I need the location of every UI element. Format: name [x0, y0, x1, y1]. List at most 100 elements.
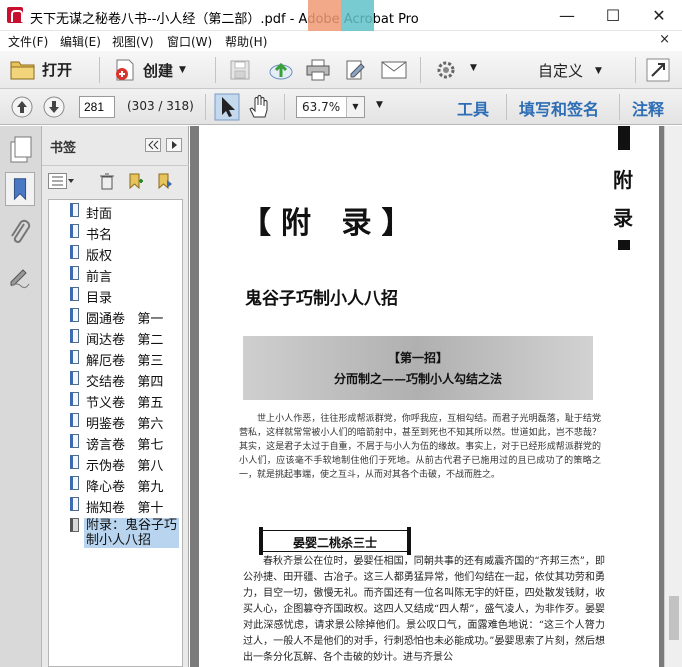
- hand-tool-icon[interactable]: [248, 95, 270, 119]
- bookmark-item[interactable]: 揣知卷 第十: [49, 495, 182, 516]
- bookmark-item[interactable]: 封面: [49, 201, 182, 222]
- bookmark-item[interactable]: 解厄卷 第三: [49, 348, 182, 369]
- side-tab: 附 录: [603, 126, 647, 256]
- story-text: 春秋齐景公在位时，晏婴任相国，同朝共事的还有威震齐国的“齐邦三杰”，即公孙捷、田…: [243, 556, 605, 663]
- create-button[interactable]: 创建 ▼: [113, 58, 186, 82]
- intro-text: 世上小人作恶，往往形成帮派群党，你呼我应，互相勾结。而君子光明磊落，耻于结党营私…: [239, 414, 601, 480]
- bookmark-item[interactable]: 节义卷 第五: [49, 390, 182, 411]
- attachments-icon[interactable]: [5, 216, 35, 250]
- bookmark-item[interactable]: 闻达卷 第二: [49, 327, 182, 348]
- page-number-input[interactable]: [79, 96, 115, 118]
- vertical-scrollbar[interactable]: [664, 126, 682, 667]
- bookmark-item[interactable]: 明鉴卷 第六: [49, 411, 182, 432]
- toolbar-separator: [506, 94, 507, 120]
- bookmark-icon: [70, 287, 79, 301]
- maximize-button[interactable]: ☐: [590, 0, 636, 31]
- bookmark-icon: [70, 434, 79, 448]
- banner-heading: 【第一招】: [387, 351, 448, 365]
- zoom-select[interactable]: 63.7% ▼: [296, 96, 365, 118]
- title-cap: [407, 527, 411, 555]
- toolbar-separator: [99, 57, 100, 83]
- email-icon[interactable]: [381, 60, 407, 80]
- customize-dropdown[interactable]: 自定义 ▼: [538, 60, 602, 81]
- edit-document-icon[interactable]: [345, 59, 367, 81]
- panel-options-icon[interactable]: [166, 138, 182, 152]
- chevron-down-icon[interactable]: ▼: [376, 100, 383, 110]
- expand-icon[interactable]: [646, 58, 670, 82]
- print-icon[interactable]: [306, 59, 330, 81]
- menu-help[interactable]: 帮助(H): [225, 33, 267, 50]
- bookmarks-header: 书签: [42, 126, 189, 166]
- signatures-icon[interactable]: [5, 258, 35, 292]
- scroll-thumb[interactable]: [669, 596, 679, 640]
- bookmark-icon: [70, 266, 79, 280]
- page-count: (303 / 318): [127, 99, 194, 113]
- toolbar-separator: [635, 57, 636, 83]
- bookmark-item[interactable]: 目录: [49, 285, 182, 306]
- bookmark-icon: [70, 413, 79, 427]
- document-viewer[interactable]: 附 录 【附 录】 鬼谷子巧制小人八招 【第一招】 分而制之——巧制小人勾结之法…: [190, 126, 682, 667]
- menu-file[interactable]: 文件(F): [8, 33, 48, 50]
- menu-bar: 文件(F) 编辑(E) 视图(V) 窗口(W) 帮助(H) ×: [0, 31, 682, 51]
- pdf-page: 附 录 【附 录】 鬼谷子巧制小人八招 【第一招】 分而制之——巧制小人勾结之法…: [199, 126, 659, 667]
- bookmark-item[interactable]: 前言: [49, 264, 182, 285]
- side-tab-char: 附: [613, 168, 633, 192]
- bookmarks-list: 封面 书名 版权 前言 目录 圆通卷 第一 闻达卷 第二 解厄卷 第三 交结卷 …: [48, 199, 183, 667]
- bookmark-item[interactable]: 谤言卷 第七: [49, 432, 182, 453]
- menu-view[interactable]: 视图(V): [112, 33, 154, 50]
- bookmark-icon: [70, 476, 79, 490]
- bookmark-item[interactable]: 交结卷 第四: [49, 369, 182, 390]
- section-title: 鬼谷子巧制小人八招: [245, 289, 398, 309]
- chevron-down-icon[interactable]: ▼: [470, 63, 477, 73]
- menu-edit[interactable]: 编辑(E): [60, 33, 101, 50]
- bookmark-item[interactable]: 示伪卷 第八: [49, 453, 182, 474]
- toolbar-separator: [205, 94, 206, 120]
- main-toolbar: 打开 创建 ▼ ▼ 自定义 ▼: [0, 51, 682, 89]
- toolbar-separator: [420, 57, 421, 83]
- select-cursor-icon[interactable]: [214, 93, 240, 121]
- bookmark-item[interactable]: 书名: [49, 222, 182, 243]
- tab-bar: [618, 126, 630, 150]
- open-label: 打开: [42, 60, 73, 79]
- bookmark-item[interactable]: 版权: [49, 243, 182, 264]
- bookmark-options-icon[interactable]: [48, 173, 74, 189]
- section-banner: 【第一招】 分而制之——巧制小人勾结之法: [243, 336, 593, 400]
- create-pdf-icon: [116, 59, 134, 81]
- new-bookmark-icon[interactable]: [126, 172, 144, 190]
- comment-link[interactable]: 注释: [632, 96, 664, 120]
- document-close-icon[interactable]: ×: [659, 32, 670, 47]
- bookmarks-toolbar: [42, 166, 189, 198]
- banner-subheading: 分而制之——巧制小人勾结之法: [333, 372, 502, 386]
- story-title-box: 晏婴二桃杀三士: [259, 527, 411, 555]
- title-cap: [259, 527, 263, 555]
- gear-icon[interactable]: [435, 59, 457, 81]
- bookmark-icon: [70, 245, 79, 259]
- fill-and-sign-link[interactable]: 填写和签名: [519, 96, 599, 120]
- save-icon[interactable]: [229, 59, 251, 81]
- create-label: 创建: [143, 61, 174, 80]
- minimize-button[interactable]: —: [544, 0, 590, 31]
- tools-link[interactable]: 工具: [457, 96, 489, 120]
- bookmark-item-selected[interactable]: 附录：鬼谷子巧制小人八招: [49, 516, 182, 550]
- bookmark-item[interactable]: 圆通卷 第一: [49, 306, 182, 327]
- side-tab-char: 录: [613, 206, 633, 230]
- bookmark-icon: [70, 350, 79, 364]
- next-page-icon[interactable]: [42, 95, 66, 119]
- bookmark-item[interactable]: 降心卷 第九: [49, 474, 182, 495]
- page-thumbnails-icon[interactable]: [5, 132, 35, 166]
- bookmark-icon: [70, 518, 79, 532]
- expand-bookmark-icon[interactable]: [156, 172, 174, 190]
- collapse-panel-icon[interactable]: [145, 138, 161, 152]
- bookmark-icon: [70, 329, 79, 343]
- close-button[interactable]: ✕: [636, 0, 682, 31]
- cloud-upload-icon[interactable]: [268, 59, 294, 81]
- chevron-down-icon: ▼: [346, 97, 364, 117]
- navigation-rail: [0, 126, 42, 667]
- bookmark-icon: [70, 455, 79, 469]
- bookmarks-panel-icon[interactable]: [5, 172, 35, 206]
- open-button[interactable]: 打开: [10, 58, 72, 80]
- chevron-down-icon: ▼: [179, 65, 186, 75]
- previous-page-icon[interactable]: [10, 95, 34, 119]
- delete-bookmark-icon[interactable]: [99, 172, 115, 190]
- menu-window[interactable]: 窗口(W): [167, 33, 212, 50]
